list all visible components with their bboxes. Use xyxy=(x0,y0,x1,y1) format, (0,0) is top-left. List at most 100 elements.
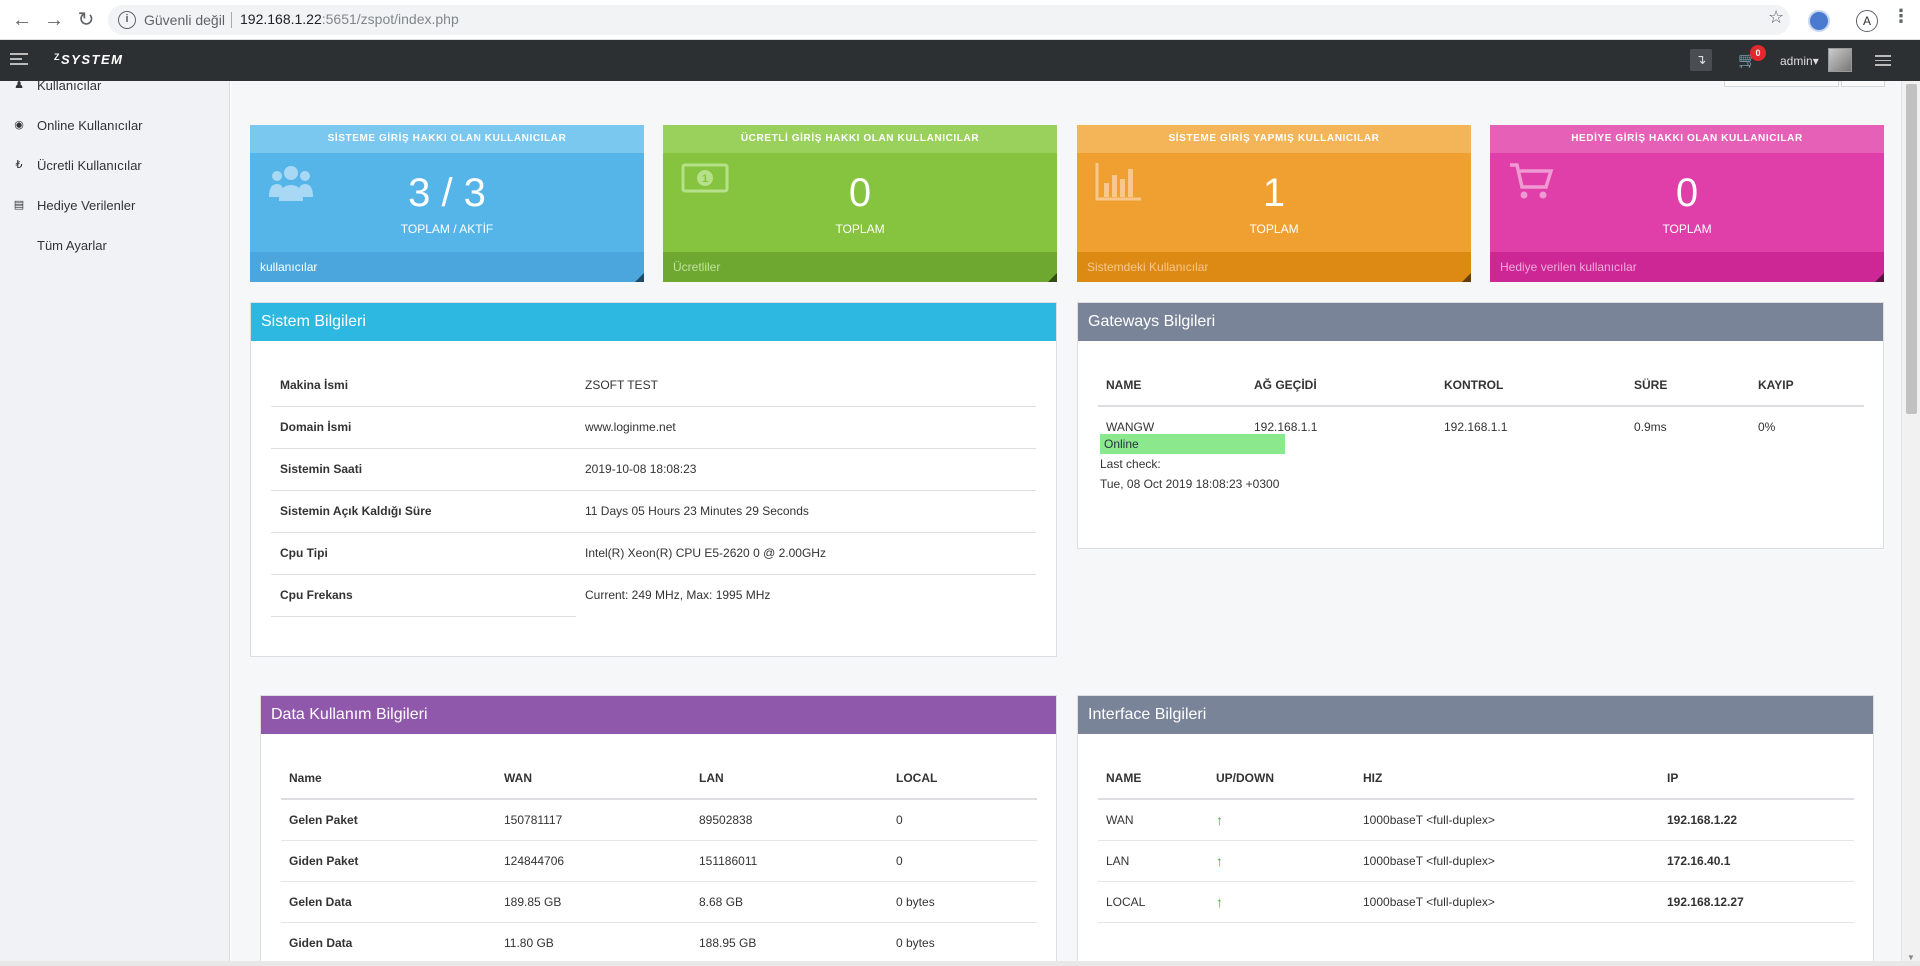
table-header-row: Name WAN LAN LOCAL xyxy=(281,757,1037,800)
info-key: Makina İsmi xyxy=(271,364,576,407)
table-cell: Gelen Paket xyxy=(281,799,496,841)
sidebar-item-ucretli-kullanicilar[interactable]: ₺ Ücretli Kullanıcılar xyxy=(0,155,230,179)
table-cell: 0 xyxy=(888,840,1037,882)
sidebar-item-label: Online Kullanıcılar xyxy=(37,118,143,133)
gateway-status-badge: Online xyxy=(1100,434,1285,454)
table-row: LOCAL ↑ 1000baseT <full-duplex> 192.168.… xyxy=(1098,881,1854,923)
tile-value: 1 xyxy=(1262,171,1286,215)
right-menu-icon[interactable] xyxy=(1875,55,1891,67)
info-key: Sistemin Saati xyxy=(271,448,576,491)
main-content: Sistem Paneli SİSTEME GİRİŞ HAKKI OLAN K… xyxy=(231,81,1901,966)
table-header-row: NAME AĞ GEÇİDİ KONTROL SÜRE KAYIP xyxy=(1098,364,1864,407)
back-arrow-icon[interactable]: ← xyxy=(8,6,36,34)
url-text[interactable]: 192.168.1.22:5651/zspot/index.php xyxy=(240,11,459,27)
tile-corner xyxy=(1875,273,1884,282)
bookmark-star-icon[interactable]: ☆ xyxy=(1768,7,1784,28)
page-title: Sistem Paneli xyxy=(249,81,481,90)
tile-subtitle: TOPLAM xyxy=(835,222,885,236)
column-header: IP xyxy=(1659,757,1854,800)
table-cell: 192.168.12.27 xyxy=(1659,881,1854,923)
tile-footer-link[interactable]: Hediye verilen kullanıcılar xyxy=(1490,252,1884,282)
column-header: KAYIP xyxy=(1750,364,1864,407)
table-cell: 89502838 xyxy=(691,799,888,841)
table-cell: LAN xyxy=(1098,840,1208,882)
table-cell: LOCAL xyxy=(1098,881,1208,923)
sidebar-item-label: Tüm Ayarlar xyxy=(37,238,107,253)
column-header: HIZ xyxy=(1355,757,1659,800)
url-port: :5651 xyxy=(321,11,357,27)
forward-arrow-icon[interactable]: → xyxy=(40,6,68,34)
info-value: 2019-10-08 18:08:23 xyxy=(576,448,1036,491)
table-cell: 192.168.1.1 xyxy=(1444,420,1508,434)
column-header: Name xyxy=(281,757,496,800)
table-row: WAN ↑ 1000baseT <full-duplex> 192.168.1.… xyxy=(1098,799,1854,841)
sidebar: ♟ Kullanıcılar ◉ Online Kullanıcılar ₺ Ü… xyxy=(0,78,230,966)
address-separator xyxy=(231,12,232,28)
tile-header: SİSTEME GİRİŞ HAKKI OLAN KULLANICILAR xyxy=(250,125,644,153)
download-arrow-icon[interactable]: ↴ xyxy=(1690,49,1712,71)
app-topbar: ZSYSTEM ↴ 🛒 0 admin▾ xyxy=(0,40,1920,81)
extension-icon[interactable] xyxy=(1808,10,1830,32)
reload-icon[interactable]: ↻ xyxy=(72,6,100,34)
scrollbar-thumb[interactable] xyxy=(1906,84,1917,414)
sidebar-item-label: Ücretli Kullanıcılar xyxy=(37,158,142,173)
table-cell: 124844706 xyxy=(496,840,691,882)
tile-value: 3 / 3 xyxy=(408,171,486,215)
info-value: www.loginme.net xyxy=(576,406,1036,449)
info-value: Current: 249 MHz, Max: 1995 MHz xyxy=(585,588,771,603)
tile-footer-link[interactable]: Ücretliler xyxy=(663,252,1057,282)
sidebar-item-online-kullanicilar[interactable]: ◉ Online Kullanıcılar xyxy=(0,115,230,139)
info-value: 11 Days 05 Hours 23 Minutes 29 Seconds xyxy=(576,490,1036,533)
table-row: Domain İsmi www.loginme.net xyxy=(271,406,1036,449)
address-bar[interactable]: i Güvenli değil 192.168.1.22:5651/zspot/… xyxy=(108,5,1790,35)
browser-menu-icon[interactable]: ⋮ xyxy=(1892,6,1910,27)
tile-subtitle: TOPLAM / AKTİF xyxy=(400,222,494,236)
table-cell: 192.168.1.22 xyxy=(1659,799,1854,841)
tile-footer-link[interactable]: Sistemdeki Kullanıcılar xyxy=(1077,252,1471,282)
info-value: Intel(R) Xeon(R) CPU E5-2620 0 @ 2.00GHz xyxy=(576,532,1036,575)
sidebar-item-tum-ayarlar[interactable]: Tüm Ayarlar xyxy=(0,235,230,259)
sidebar-item-hediye-verilenler[interactable]: ▤ Hediye Verilenler xyxy=(0,195,230,219)
table-cell: ↑ xyxy=(1208,881,1355,923)
profile-avatar[interactable]: A xyxy=(1856,10,1878,32)
circle-dot-icon: ◉ xyxy=(14,119,24,131)
panel-title: Sistem Bilgileri xyxy=(251,303,1056,341)
info-value: ZSOFT TEST xyxy=(576,364,1036,407)
table-row: Sistemin Açık Kaldığı Süre 11 Days 05 Hou… xyxy=(271,490,1036,533)
user-dropdown[interactable]: admin▾ xyxy=(1780,54,1819,68)
hamburger-menu-icon[interactable] xyxy=(10,53,28,67)
column-header: NAME xyxy=(1098,757,1208,800)
column-header: UP/DOWN xyxy=(1208,757,1355,800)
data-usage-panel: Data Kullanım Bilgileri Name WAN LAN LOC… xyxy=(260,695,1057,966)
sidebar-item-kullanicilar[interactable]: ♟ Kullanıcılar xyxy=(0,75,230,99)
table-row: Cpu Tipi Intel(R) Xeon(R) CPU E5-2620 0 @… xyxy=(271,532,1036,575)
table-cell: 172.16.40.1 xyxy=(1659,840,1854,882)
stat-tile-paid: ÜCRETLİ GİRİŞ HAKKI OLAN KULLANICILAR 1 … xyxy=(663,125,1057,282)
table-row: Makina İsmi ZSOFT TEST xyxy=(271,364,1036,407)
table-row: Gelen Paket 150781117 89502838 0 xyxy=(281,799,1037,841)
header-action-button[interactable] xyxy=(1724,81,1839,87)
header-action-button-small[interactable] xyxy=(1841,81,1885,87)
user-avatar[interactable] xyxy=(1828,48,1852,72)
panel-title: Data Kullanım Bilgileri xyxy=(261,696,1056,734)
tile-header: ÜCRETLİ GİRİŞ HAKKI OLAN KULLANICILAR xyxy=(663,125,1057,153)
tile-subtitle: TOPLAM xyxy=(1662,222,1712,236)
app-logo[interactable]: ZSYSTEM xyxy=(54,52,123,67)
column-header: AĞ GEÇİDİ xyxy=(1246,364,1436,407)
info-key: Cpu Frekans xyxy=(271,574,576,617)
table-cell: 0.9ms xyxy=(1634,420,1667,434)
url-host: 192.168.1.22 xyxy=(240,11,322,27)
info-icon[interactable]: i xyxy=(118,11,136,29)
page-scrollbar[interactable]: ▲ ▼ xyxy=(1901,81,1920,966)
column-header: LAN xyxy=(691,757,888,800)
security-label[interactable]: Güvenli değil xyxy=(144,12,225,28)
table-cell: 1000baseT <full-duplex> xyxy=(1355,881,1659,923)
arrow-up-icon: ↑ xyxy=(1216,811,1223,828)
interfaces-panel: Interface Bilgileri NAME UP/DOWN HIZ IP … xyxy=(1077,695,1874,966)
arrow-up-icon: ↑ xyxy=(1216,893,1223,910)
panel-title: Gateways Bilgileri xyxy=(1078,303,1883,341)
sidebar-item-label: Hediye Verilenler xyxy=(37,198,136,213)
table-cell: ↑ xyxy=(1208,799,1355,841)
tile-footer-link[interactable]: kullanıcılar xyxy=(250,252,644,282)
gift-icon: ▤ xyxy=(13,199,25,211)
